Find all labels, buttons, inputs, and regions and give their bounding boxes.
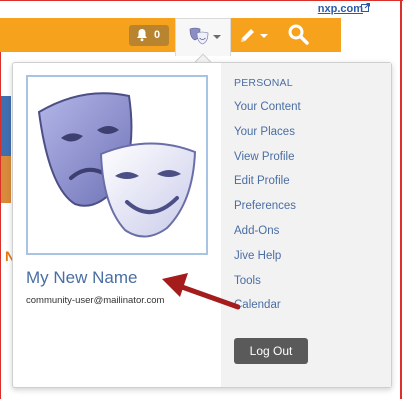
avatar[interactable] (26, 75, 208, 255)
bell-icon (137, 29, 147, 42)
menu-item-tools[interactable]: Tools (234, 275, 301, 300)
menu-item-calendar[interactable]: Calendar (234, 299, 301, 324)
search-icon[interactable] (287, 23, 311, 47)
logout-button[interactable]: Log Out (234, 338, 308, 364)
menu-list: Your Content Your Places View Profile Ed… (234, 101, 301, 324)
menu-item-edit-profile[interactable]: Edit Profile (234, 175, 301, 200)
external-link-icon[interactable] (361, 3, 370, 12)
menu-item-your-content[interactable]: Your Content (234, 101, 301, 126)
notifications-count: 0 (154, 29, 161, 41)
notifications-button[interactable]: 0 (129, 25, 169, 46)
pencil-icon (241, 29, 254, 42)
site-link[interactable]: nxp.com (318, 3, 363, 15)
background-page-image (1, 96, 11, 203)
create-button[interactable] (237, 24, 269, 48)
window-frame-top (0, 0, 403, 1)
menu-item-your-places[interactable]: Your Places (234, 126, 301, 151)
theater-masks-icon (37, 92, 197, 238)
personal-menu: PERSONAL Your Content Your Places View P… (221, 63, 391, 387)
chevron-down-icon (213, 35, 221, 39)
annotation-arrow (162, 273, 240, 310)
profile-name[interactable]: My New Name (26, 268, 137, 288)
menu-item-view-profile[interactable]: View Profile (234, 151, 301, 176)
chevron-down-icon (260, 34, 268, 38)
menu-item-jive-help[interactable]: Jive Help (234, 250, 301, 275)
user-menu-button[interactable] (175, 18, 231, 56)
menu-item-preferences[interactable]: Preferences (234, 200, 301, 225)
window-frame-left (0, 18, 1, 399)
window-frame-right (400, 0, 402, 399)
menu-section-header: PERSONAL (234, 77, 293, 89)
profile-email: community-user@mailinator.com (26, 295, 165, 306)
theater-masks-icon (189, 27, 209, 45)
menu-item-add-ons[interactable]: Add-Ons (234, 225, 301, 250)
user-dropdown-menu: My New Name community-user@mailinator.co… (12, 62, 392, 388)
profile-pane: My New Name community-user@mailinator.co… (13, 63, 221, 387)
